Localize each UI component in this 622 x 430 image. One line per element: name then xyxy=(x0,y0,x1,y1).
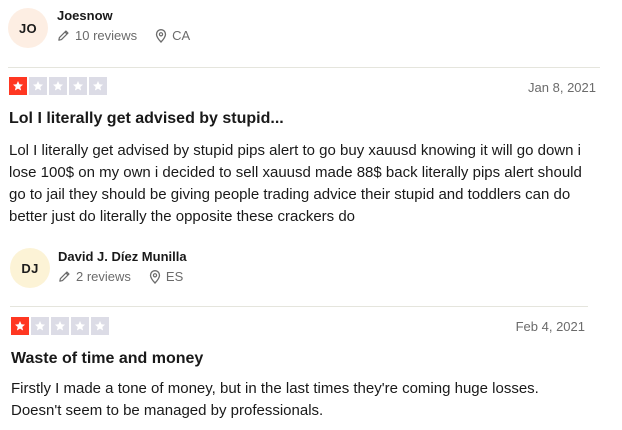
avatar-initials: DJ xyxy=(21,260,39,276)
star-empty-icon xyxy=(69,77,87,95)
reviews-count: 10 reviews xyxy=(75,28,138,43)
star-empty-icon xyxy=(29,77,47,95)
divider xyxy=(8,67,600,68)
location-pin-icon xyxy=(149,269,161,284)
avatar[interactable]: DJ xyxy=(10,248,50,288)
review-card-1: JO Joesnow 10 reviews CA Jan 8, 2021 Lol… xyxy=(0,0,622,240)
reviewer-name[interactable]: Joesnow xyxy=(57,8,113,23)
reviews-count: 2 reviews xyxy=(76,269,131,284)
reviewer-name[interactable]: David J. Díez Munilla xyxy=(58,249,187,264)
pencil-icon xyxy=(57,29,70,42)
review-title[interactable]: Waste of time and money xyxy=(11,350,203,368)
review-body: Firstly I made a tone of money, but in t… xyxy=(11,380,539,419)
star-rating xyxy=(11,317,109,335)
avatar[interactable]: JO xyxy=(8,8,48,48)
review-card-2: DJ David J. Díez Munilla 2 reviews ES Fe… xyxy=(0,240,622,430)
star-empty-icon xyxy=(49,77,67,95)
reviewer-location: CA xyxy=(172,28,191,43)
star-empty-icon xyxy=(51,317,69,335)
review-title[interactable]: Lol I literally get advised by stupid... xyxy=(9,110,284,128)
review-body: Lol I literally get advised by stupid pi… xyxy=(9,142,582,225)
star-empty-icon xyxy=(91,317,109,335)
star-filled-icon xyxy=(9,77,27,95)
reviewer-meta: 10 reviews CA xyxy=(57,28,190,43)
star-filled-icon xyxy=(11,317,29,335)
location-pin-icon xyxy=(155,28,167,43)
avatar-initials: JO xyxy=(19,20,37,36)
star-rating xyxy=(9,77,107,95)
divider xyxy=(10,306,588,307)
reviewer-location: ES xyxy=(165,269,184,284)
review-date: Jan 8, 2021 xyxy=(528,80,596,95)
reviewer-meta: 2 reviews ES xyxy=(58,269,183,284)
star-empty-icon xyxy=(31,317,49,335)
review-date: Feb 4, 2021 xyxy=(515,319,585,334)
star-empty-icon xyxy=(89,77,107,95)
pencil-icon xyxy=(58,270,71,283)
star-empty-icon xyxy=(71,317,89,335)
